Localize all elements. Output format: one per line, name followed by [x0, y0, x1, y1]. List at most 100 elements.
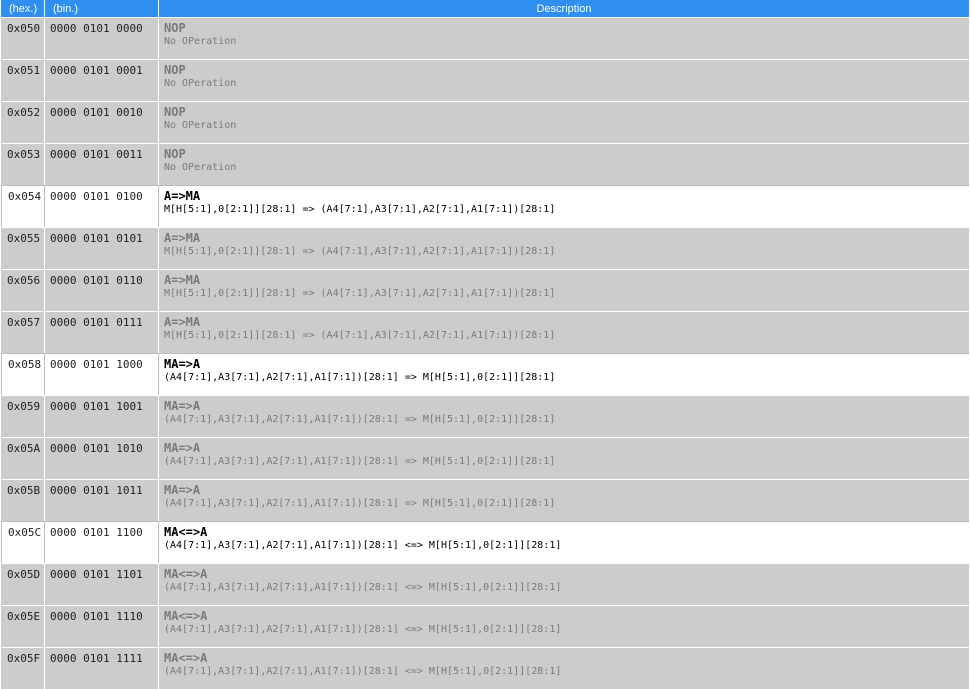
table-row[interactable]: 0x05E 0000 0101 1110 MA<=>A (A4[7:1],A3[7:1… — [1, 605, 969, 647]
table-row[interactable]: 0x057 0000 0101 0111 A=>MA M[H[5:1],0[2:1]]… — [1, 311, 969, 353]
operation-expression: (A4[7:1],A3[7:1],A2[7:1],A1[7:1])[28:1] … — [164, 540, 562, 551]
mnemonic-label: MA<=>A — [164, 651, 208, 665]
mnemonic-label: NOP — [164, 147, 186, 161]
opcode-hex-cell: 0x05C — [1, 521, 45, 563]
description-cell: MA=>A (A4[7:1],A3[7:1],A2[7:1],A1[7:1])[2… — [159, 395, 969, 437]
table-row[interactable]: 0x052 0000 0101 0010 NOP No OPeration — [1, 101, 969, 143]
operation-expression: (A4[7:1],A3[7:1],A2[7:1],A1[7:1])[28:1] … — [164, 582, 562, 593]
opcode-bin-cell: 0000 0101 0010 — [45, 101, 159, 143]
mnemonic-label: A=>MA — [164, 231, 201, 245]
opcode-hex-cell: 0x052 — [1, 101, 45, 143]
table-row[interactable]: 0x05A 0000 0101 1010 MA=>A (A4[7:1],A3[7:1]… — [1, 437, 969, 479]
table-row[interactable]: 0x05D 0000 0101 1101 MA<=>A (A4[7:1],A3[7:1… — [1, 563, 969, 605]
opcode-hex-cell: 0x051 — [1, 59, 45, 101]
operation-expression: No OPeration — [164, 36, 237, 47]
table-body: 0x050 0000 0101 0000 NOP No OPeration 0x051 0… — [1, 17, 969, 689]
opcode-hex-cell: 0x05F — [1, 647, 45, 689]
operation-expression: (A4[7:1],A3[7:1],A2[7:1],A1[7:1])[28:1] … — [164, 372, 556, 383]
opcode-bin-cell: 0000 0101 1010 — [45, 437, 159, 479]
opcode-bin-cell: 0000 0101 1100 — [45, 521, 159, 563]
description-cell: NOP No OPeration — [159, 143, 969, 185]
operation-expression: No OPeration — [164, 78, 237, 89]
operation-expression: (A4[7:1],A3[7:1],A2[7:1],A1[7:1])[28:1] … — [164, 456, 556, 467]
description-cell: MA<=>A (A4[7:1],A3[7:1],A2[7:1],A1[7:1])[… — [159, 647, 969, 689]
operation-expression: M[H[5:1],0[2:1]][28:1] => (A4[7:1],A3[7:… — [164, 204, 556, 215]
table-row[interactable]: 0x059 0000 0101 1001 MA=>A (A4[7:1],A3[7:1]… — [1, 395, 969, 437]
opcode-hex-cell: 0x05E — [1, 605, 45, 647]
opcode-bin-cell: 0000 0101 1001 — [45, 395, 159, 437]
table-row[interactable]: 0x055 0000 0101 0101 A=>MA M[H[5:1],0[2:1]]… — [1, 227, 969, 269]
table-row[interactable]: 0x050 0000 0101 0000 NOP No OPeration — [1, 17, 969, 59]
opcode-bin-cell: 0000 0101 1111 — [45, 647, 159, 689]
opcode-bin-cell: 0000 0101 0110 — [45, 269, 159, 311]
column-header-bin: (bin.) — [45, 0, 159, 17]
description-cell: MA=>A (A4[7:1],A3[7:1],A2[7:1],A1[7:1])[2… — [159, 353, 969, 395]
description-cell: NOP No OPeration — [159, 101, 969, 143]
opcode-bin-cell: 0000 0101 1000 — [45, 353, 159, 395]
table-row[interactable]: 0x051 0000 0101 0001 NOP No OPeration — [1, 59, 969, 101]
opcode-hex-cell: 0x055 — [1, 227, 45, 269]
mnemonic-label: MA<=>A — [164, 609, 208, 623]
mnemonic-label: MA<=>A — [164, 525, 208, 539]
description-cell: A=>MA M[H[5:1],0[2:1]][28:1] => (A4[7:1],… — [159, 311, 969, 353]
operation-expression: No OPeration — [164, 120, 237, 131]
opcode-hex-cell: 0x058 — [1, 353, 45, 395]
mnemonic-label: A=>MA — [164, 315, 201, 329]
description-cell: MA=>A (A4[7:1],A3[7:1],A2[7:1],A1[7:1])[2… — [159, 479, 969, 521]
table-row[interactable]: 0x05B 0000 0101 1011 MA=>A (A4[7:1],A3[7:1]… — [1, 479, 969, 521]
operation-expression: (A4[7:1],A3[7:1],A2[7:1],A1[7:1])[28:1] … — [164, 414, 556, 425]
description-cell: MA=>A (A4[7:1],A3[7:1],A2[7:1],A1[7:1])[2… — [159, 437, 969, 479]
column-header-description: Description — [159, 0, 969, 17]
opcode-hex-cell: 0x056 — [1, 269, 45, 311]
operation-expression: (A4[7:1],A3[7:1],A2[7:1],A1[7:1])[28:1] … — [164, 624, 562, 635]
opcode-hex-cell: 0x05A — [1, 437, 45, 479]
opcode-bin-cell: 0000 0101 1110 — [45, 605, 159, 647]
operation-expression: (A4[7:1],A3[7:1],A2[7:1],A1[7:1])[28:1] … — [164, 666, 562, 677]
mnemonic-label: MA<=>A — [164, 567, 208, 581]
opcode-hex-cell: 0x057 — [1, 311, 45, 353]
description-cell: MA<=>A (A4[7:1],A3[7:1],A2[7:1],A1[7:1])[… — [159, 521, 969, 563]
opcode-bin-cell: 0000 0101 0111 — [45, 311, 159, 353]
description-cell: NOP No OPeration — [159, 59, 969, 101]
description-cell: MA<=>A (A4[7:1],A3[7:1],A2[7:1],A1[7:1])[… — [159, 563, 969, 605]
opcode-bin-cell: 0000 0101 0000 — [45, 17, 159, 59]
description-cell: A=>MA M[H[5:1],0[2:1]][28:1] => (A4[7:1],… — [159, 269, 969, 311]
description-cell: MA<=>A (A4[7:1],A3[7:1],A2[7:1],A1[7:1])[… — [159, 605, 969, 647]
mnemonic-label: NOP — [164, 63, 186, 77]
mnemonic-label: NOP — [164, 21, 186, 35]
operation-expression: M[H[5:1],0[2:1]][28:1] => (A4[7:1],A3[7:… — [164, 330, 556, 341]
mnemonic-label: MA=>A — [164, 357, 201, 371]
opcode-hex-cell: 0x059 — [1, 395, 45, 437]
opcode-bin-cell: 0000 0101 0001 — [45, 59, 159, 101]
table-row[interactable]: 0x053 0000 0101 0011 NOP No OPeration — [1, 143, 969, 185]
operation-expression: M[H[5:1],0[2:1]][28:1] => (A4[7:1],A3[7:… — [164, 246, 556, 257]
table-row[interactable]: 0x05C 0000 0101 1100 MA<=>A (A4[7:1],A3[7:1… — [1, 521, 969, 563]
opcode-table: (hex.) (bin.) Description 0x050 0000 0101… — [1, 0, 969, 689]
operation-expression: (A4[7:1],A3[7:1],A2[7:1],A1[7:1])[28:1] … — [164, 498, 556, 509]
opcode-bin-cell: 0000 0101 1101 — [45, 563, 159, 605]
opcode-hex-cell: 0x050 — [1, 17, 45, 59]
description-cell: A=>MA M[H[5:1],0[2:1]][28:1] => (A4[7:1],… — [159, 185, 969, 227]
mnemonic-label: MA=>A — [164, 483, 201, 497]
opcode-bin-cell: 0000 0101 0101 — [45, 227, 159, 269]
mnemonic-label: MA=>A — [164, 441, 201, 455]
operation-expression: M[H[5:1],0[2:1]][28:1] => (A4[7:1],A3[7:… — [164, 288, 556, 299]
table-row[interactable]: 0x058 0000 0101 1000 MA=>A (A4[7:1],A3[7:1]… — [1, 353, 969, 395]
mnemonic-label: A=>MA — [164, 273, 201, 287]
opcode-bin-cell: 0000 0101 1011 — [45, 479, 159, 521]
opcode-hex-cell: 0x05D — [1, 563, 45, 605]
table-row[interactable]: 0x056 0000 0101 0110 A=>MA M[H[5:1],0[2:1]]… — [1, 269, 969, 311]
mnemonic-label: MA=>A — [164, 399, 201, 413]
operation-expression: No OPeration — [164, 162, 237, 173]
opcode-hex-cell: 0x05B — [1, 479, 45, 521]
opcode-hex-cell: 0x054 — [1, 185, 45, 227]
table-row[interactable]: 0x05F 0000 0101 1111 MA<=>A (A4[7:1],A3[7:1… — [1, 647, 969, 689]
mnemonic-label: NOP — [164, 105, 186, 119]
table-row[interactable]: 0x054 0000 0101 0100 A=>MA M[H[5:1],0[2:1]]… — [1, 185, 969, 227]
opcode-hex-cell: 0x053 — [1, 143, 45, 185]
opcode-bin-cell: 0000 0101 0100 — [45, 185, 159, 227]
description-cell: A=>MA M[H[5:1],0[2:1]][28:1] => (A4[7:1],… — [159, 227, 969, 269]
description-cell: NOP No OPeration — [159, 17, 969, 59]
opcode-bin-cell: 0000 0101 0011 — [45, 143, 159, 185]
table-header: (hex.) (bin.) Description — [1, 0, 969, 17]
